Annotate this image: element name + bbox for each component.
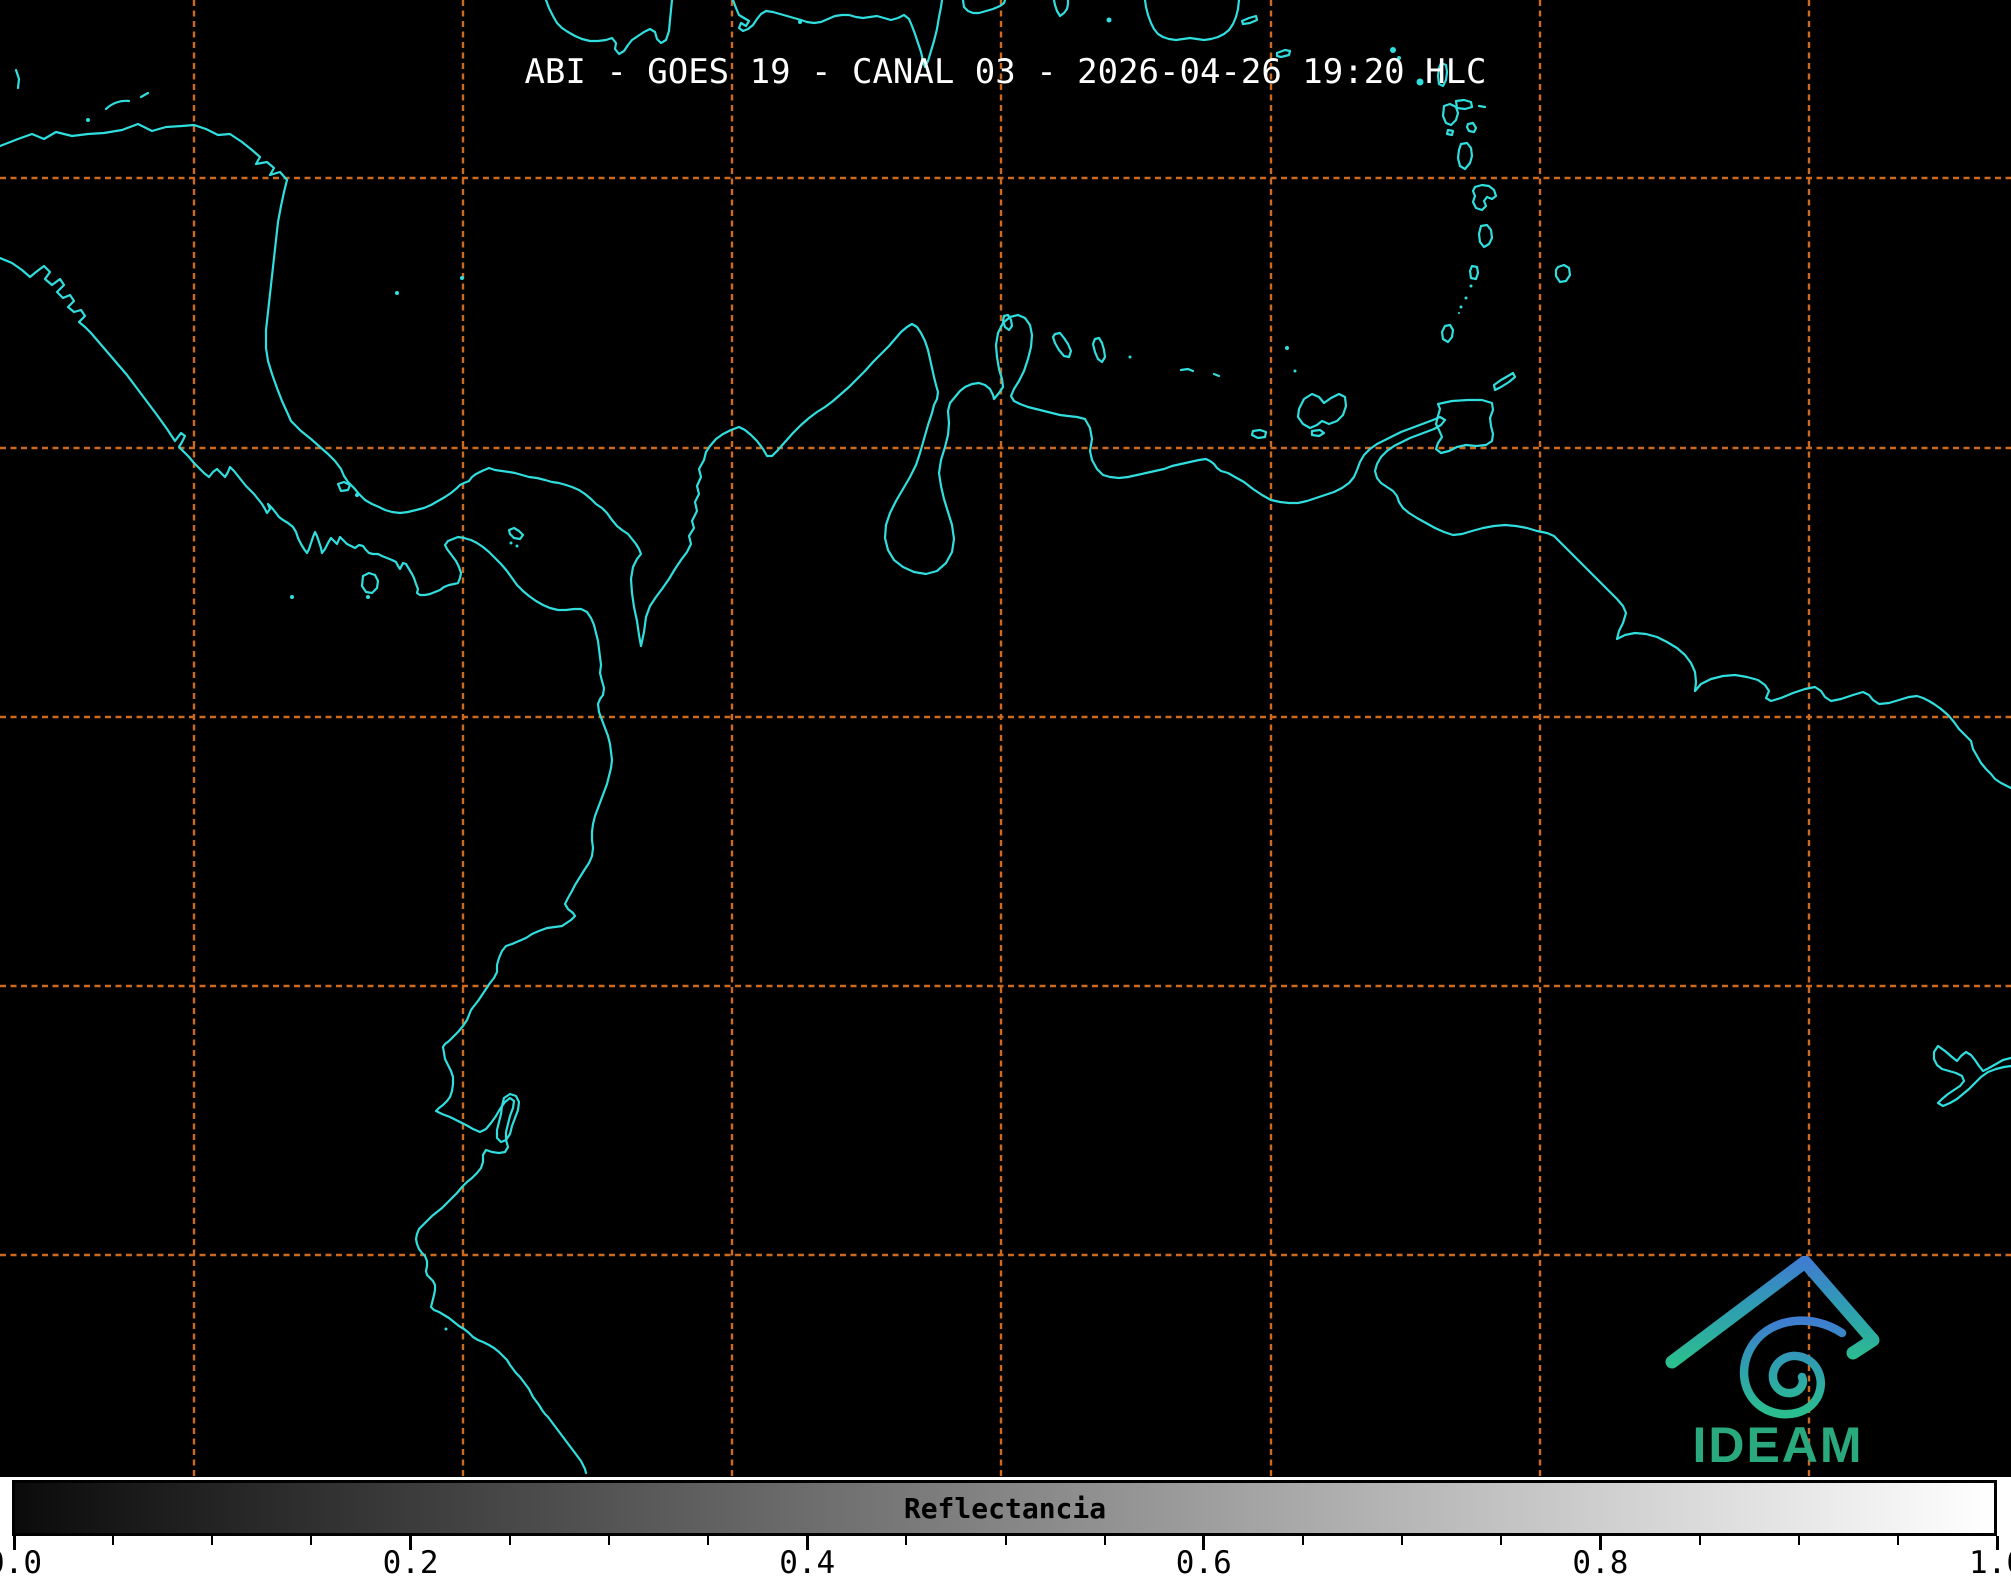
- coastline-trinidad-island: [1436, 400, 1493, 453]
- coastline-grenada-island: [1442, 325, 1453, 342]
- satellite-product-screen: ABI - GOES 19 - CANAL 03 - 2026-04-26 19…: [0, 0, 2011, 1577]
- islet-dot: [1294, 370, 1297, 373]
- coastline-coche-island: [1312, 430, 1324, 436]
- coastline-los-roques-dash-a: [1181, 369, 1193, 371]
- colorbar-label: Reflectancia: [805, 1492, 1205, 1525]
- coastline-guadeloupe-tail: [1447, 130, 1453, 135]
- coastline-puna-island: [497, 1094, 519, 1142]
- coastline-bay-islands-guanaja: [141, 93, 148, 97]
- coastline-guadeloupe-east-wing: [1456, 100, 1472, 109]
- coastline-st-vincent-island: [1470, 266, 1478, 279]
- coastline-bonaire-island: [1093, 338, 1105, 362]
- colorbar-minor-tick: [1302, 1536, 1304, 1545]
- coastline-la-tortuga-island: [1252, 430, 1266, 438]
- colorbar-tick-label: 0.4: [767, 1545, 847, 1577]
- coastline-st-lucia-island: [1479, 225, 1492, 247]
- logo-roof-icon: [1672, 1262, 1873, 1362]
- islet-dot: [510, 542, 513, 545]
- coastline-barbados-island: [1556, 265, 1570, 282]
- colorbar-minor-tick: [1897, 1536, 1899, 1545]
- coastline-bocas-islets: [338, 482, 350, 491]
- colorbar-minor-tick: [1401, 1536, 1403, 1545]
- coastline-pacific-west-coast: [0, 258, 612, 1473]
- coastline-jamaica-south-coast: [546, 0, 672, 54]
- coastline-coiba-island: [362, 573, 378, 593]
- logo-hurricane-spiral-icon: [1744, 1321, 1842, 1415]
- colorbar-minor-tick: [1005, 1536, 1007, 1545]
- colorbar-minor-tick: [1104, 1536, 1106, 1545]
- colorbar-minor-tick: [1699, 1536, 1701, 1545]
- ideam-logo: IDEAM: [1660, 1256, 1930, 1468]
- coastline-los-roques-dash-b: [1214, 374, 1219, 376]
- coastline-hispaniola-east-coast: [963, 0, 1005, 13]
- islet-dot: [798, 20, 802, 24]
- colorbar-tick-label: 0.2: [371, 1545, 451, 1577]
- colorbar-tick-label: 1.0: [1957, 1545, 2011, 1577]
- coastline-margarita-island: [1298, 394, 1346, 428]
- islet-dot: [395, 291, 399, 295]
- map-title: ABI - GOES 19 - CANAL 03 - 2026-04-26 19…: [0, 52, 2011, 92]
- colorbar-tick-label: 0.6: [1164, 1545, 1244, 1577]
- islet-dot: [445, 1328, 448, 1331]
- islet-dot: [355, 493, 359, 497]
- coastline-marie-galante: [1467, 123, 1476, 132]
- coastline-pearl-islands: [509, 528, 523, 539]
- coastlines: [0, 0, 2011, 1473]
- colorbar-minor-tick: [1798, 1536, 1800, 1545]
- islet-dot: [1107, 18, 1112, 23]
- colorbar-tick-label: 0.0: [0, 1545, 54, 1577]
- coastline-tobago-island: [1494, 373, 1515, 390]
- colorbar-minor-tick: [509, 1536, 511, 1545]
- islet-dot: [1465, 297, 1468, 300]
- colorbar-minor-tick: [112, 1536, 114, 1545]
- colorbar-tick-label: 0.8: [1560, 1545, 1640, 1577]
- islet-dot: [1285, 346, 1289, 350]
- coastline-puerto-rico-west-bit: [1054, 0, 1068, 16]
- islet-dot: [1129, 356, 1132, 359]
- coastline-bay-islands-roatan: [106, 101, 129, 109]
- coastline-puerto-rico-south-coast: [1145, 0, 1239, 40]
- coastline-amapa-hook-coast: [1934, 1046, 2011, 1106]
- islet-dot: [1458, 312, 1460, 314]
- coastline-guadeloupe-west-wing: [1443, 104, 1458, 125]
- islet-dot: [290, 595, 294, 599]
- map-area: ABI - GOES 19 - CANAL 03 - 2026-04-26 19…: [0, 0, 2011, 1477]
- islet-dot: [1460, 306, 1463, 309]
- colorbar-minor-tick: [608, 1536, 610, 1545]
- coastline-vieques-island: [1242, 16, 1257, 24]
- coastline-curacao-island: [1053, 333, 1071, 357]
- coastline-dominica-island: [1458, 143, 1472, 169]
- islet-dot: [460, 276, 464, 280]
- islet-dot: [516, 545, 519, 548]
- coastline-desirade-dash: [1479, 106, 1485, 107]
- colorbar-minor-tick: [211, 1536, 213, 1545]
- colorbar-minor-tick: [310, 1536, 312, 1545]
- coastline-mainland-caribbean-coast: [0, 124, 2011, 788]
- islet-dot: [1470, 285, 1473, 288]
- coastline-martinique-island: [1473, 185, 1496, 210]
- colorbar-minor-tick: [1500, 1536, 1502, 1545]
- islet-dot: [366, 595, 370, 599]
- logo-text: IDEAM: [1692, 1417, 1863, 1468]
- colorbar-minor-tick: [707, 1536, 709, 1545]
- islet-dot: [86, 118, 90, 122]
- colorbar-minor-tick: [905, 1536, 907, 1545]
